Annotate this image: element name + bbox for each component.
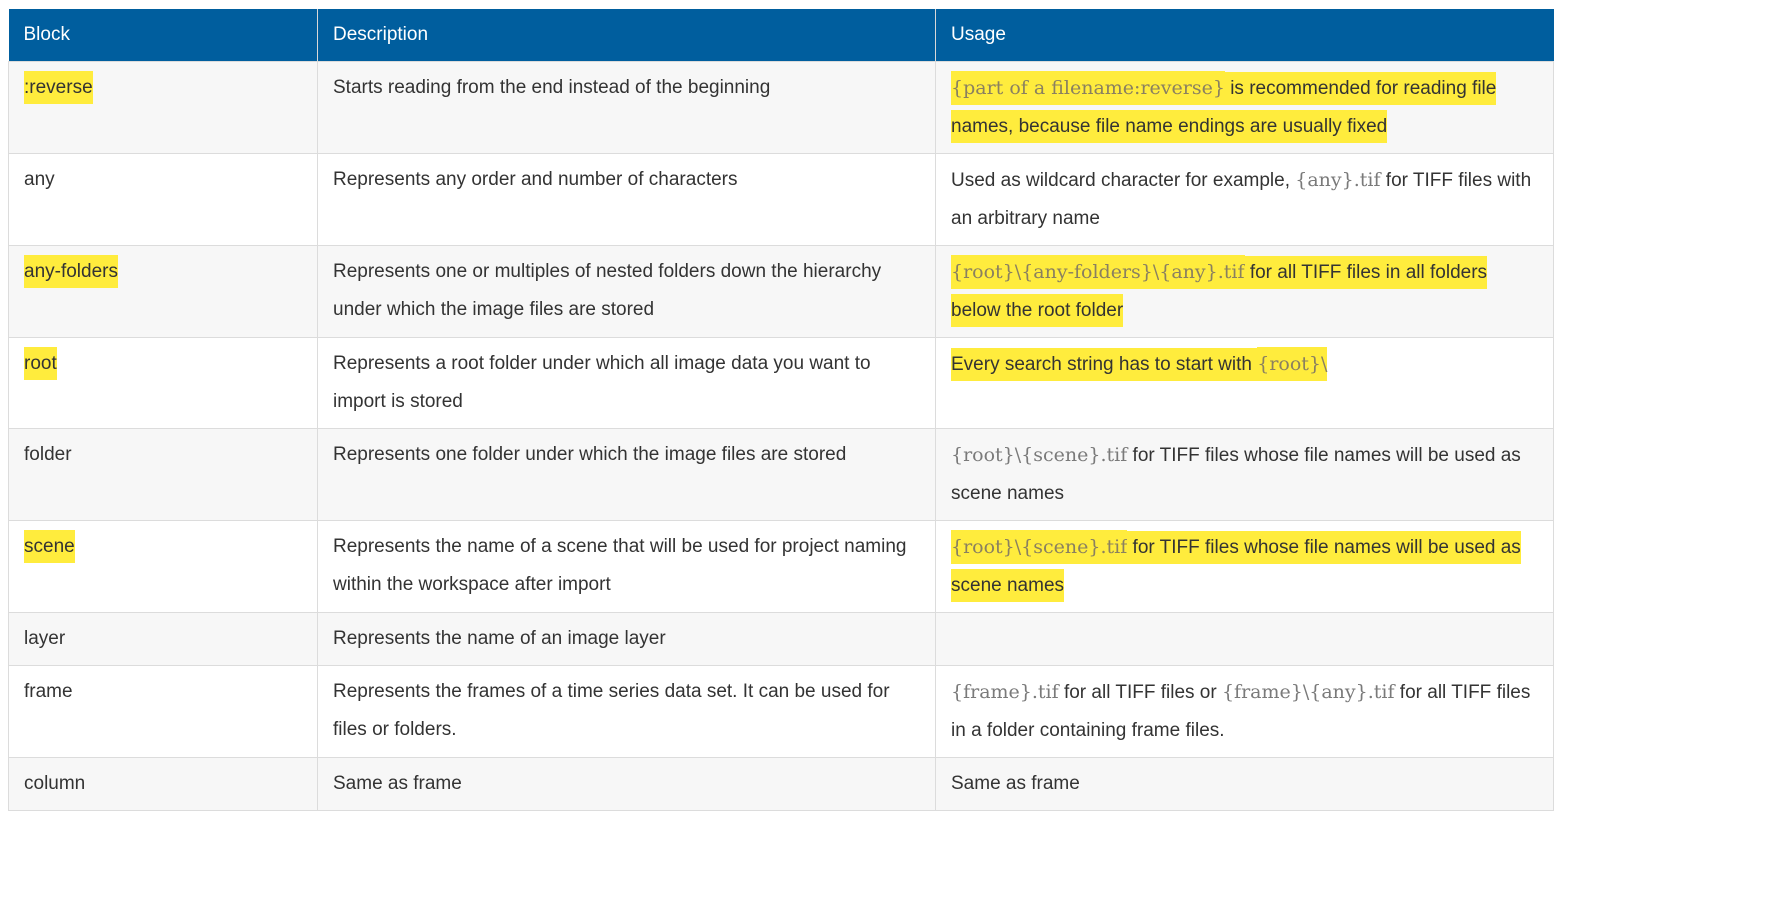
block-name: any-folders (24, 255, 118, 288)
usage-cell: {part of a filename:reverse} is recommen… (935, 61, 1554, 154)
usage-cell: Every search string has to start with {r… (935, 337, 1554, 429)
usage-code-snippet: {any}.tif (1295, 169, 1381, 191)
block-cell: any-folders (8, 245, 318, 338)
block-cell: folder (8, 428, 318, 521)
usage-code-snippet: {frame}\{any}.tif (1221, 681, 1395, 703)
block-name: scene (24, 530, 75, 563)
table-row: any Represents any order and number of c… (8, 153, 1554, 246)
column-header-description: Description (317, 9, 936, 62)
usage-code-snippet: {frame}.tif (951, 681, 1059, 703)
description-text: Represents a root folder under which all… (333, 353, 871, 412)
block-name: layer (24, 628, 66, 649)
description-text: Starts reading from the end instead of t… (333, 77, 771, 98)
table-row: folder Represents one folder under which… (8, 428, 1554, 521)
description-cell: Represents the name of a scene that will… (317, 520, 936, 613)
table-row: layer Represents the name of an image la… (8, 612, 1554, 666)
usage-cell: {frame}.tif for all TIFF files or {frame… (935, 665, 1554, 758)
table-row: scene Represents the name of a scene tha… (8, 520, 1554, 613)
table-body: :reverse Starts reading from the end ins… (8, 61, 1554, 811)
usage-cell: Same as frame (935, 757, 1554, 811)
block-name: frame (24, 681, 73, 702)
usage-cell: {root}\{scene}.tif for TIFF files whose … (935, 428, 1554, 521)
usage-cell: {root}\{any-folders}\{any}.tif for all T… (935, 245, 1554, 338)
column-header-block: Block (8, 9, 318, 62)
table-row: column Same as frame Same as frame (8, 757, 1554, 811)
block-cell: any (8, 153, 318, 246)
block-name: folder (24, 444, 72, 465)
table-row: frame Represents the frames of a time se… (8, 665, 1554, 758)
description-cell: Represents a root folder under which all… (317, 337, 936, 429)
description-cell: Same as frame (317, 757, 936, 811)
block-name: :reverse (24, 71, 93, 104)
description-text: Represents any order and number of chara… (333, 169, 738, 190)
usage-code-snippet: name:reverse} (1081, 71, 1225, 105)
description-cell: Starts reading from the end instead of t… (317, 61, 936, 154)
search-string-blocks-table-container: Block Description Usage :reverse Starts … (8, 9, 1554, 811)
block-cell: scene (8, 520, 318, 613)
description-cell: Represents one or multiples of nested fo… (317, 245, 936, 338)
usage-cell: {root}\{scene}.tif for TIFF files whose … (935, 520, 1554, 613)
usage-cell: Used as wildcard character for example, … (935, 153, 1554, 246)
block-cell: frame (8, 665, 318, 758)
block-cell: root (8, 337, 318, 429)
usage-code-snippet: {any-folders}\ (1021, 255, 1160, 289)
usage-code-snippet: {any}.tif (1159, 255, 1245, 289)
usage-cell (935, 612, 1554, 666)
table-row: :reverse Starts reading from the end ins… (8, 61, 1554, 154)
description-cell: Represents the frames of a time series d… (317, 665, 936, 758)
block-name: root (24, 347, 57, 380)
description-text: Represents one or multiples of nested fo… (333, 261, 882, 320)
table-row: root Represents a root folder under whic… (8, 337, 1554, 429)
block-name: column (24, 773, 86, 794)
usage-text: Same as frame (951, 773, 1080, 794)
usage-code-snippet: {root}\ (951, 255, 1022, 289)
table-header-row: Block Description Usage (8, 9, 1554, 62)
description-text: Represents the name of an image layer (333, 628, 666, 649)
description-text: Same as frame (333, 773, 462, 794)
table-row: any-folders Represents one or multiples … (8, 245, 1554, 338)
block-cell: column (8, 757, 318, 811)
usage-text: Every search string has to start with (951, 348, 1258, 381)
usage-text: for all TIFF files or (1058, 682, 1222, 703)
search-string-blocks-table: Block Description Usage :reverse Starts … (8, 9, 1554, 811)
usage-text: Used as wildcard character for example, (951, 170, 1296, 191)
description-cell: Represents any order and number of chara… (317, 153, 936, 246)
usage-code-snippet: {root}\{scene}.tif (951, 530, 1128, 564)
block-cell: layer (8, 612, 318, 666)
description-cell: Represents one folder under which the im… (317, 428, 936, 521)
usage-code-snippet: {root}\ (1257, 347, 1328, 381)
usage-code-snippet: {root}\{scene}.tif (951, 444, 1128, 466)
description-cell: Represents the name of an image layer (317, 612, 936, 666)
block-cell: :reverse (8, 61, 318, 154)
column-header-usage: Usage (935, 9, 1554, 62)
block-name: any (24, 169, 55, 190)
description-text: Represents the name of a scene that will… (333, 536, 907, 595)
description-text: Represents the frames of a time series d… (333, 681, 890, 740)
description-text: Represents one folder under which the im… (333, 444, 847, 465)
usage-code-snippet: {part of a file (951, 71, 1082, 105)
